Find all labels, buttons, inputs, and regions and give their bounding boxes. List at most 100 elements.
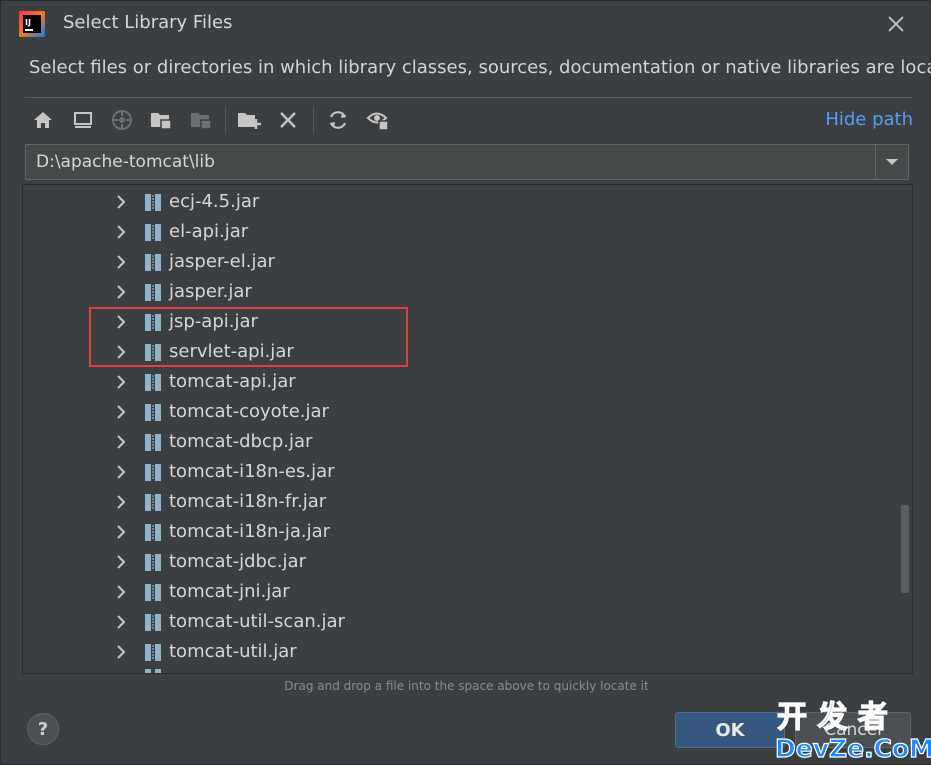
close-icon	[888, 16, 904, 32]
jar-file-icon	[145, 494, 161, 511]
tree-row[interactable]: tomcat-coyote.jar	[23, 397, 901, 427]
chevron-right-icon	[117, 435, 126, 449]
module-disabled-button[interactable]	[187, 106, 215, 134]
toolbar-separator	[313, 106, 314, 134]
project-button[interactable]	[108, 106, 136, 134]
file-name: tomcat-api.jar	[169, 371, 296, 392]
tree-row[interactable]: tomcat-dbcp.jar	[23, 427, 901, 457]
jar-file-icon	[145, 374, 161, 391]
chevron-right-icon	[117, 285, 126, 299]
file-chooser-toolbar: Hide path	[25, 97, 913, 141]
tree-row[interactable]: tomcat-util-scan.jar	[23, 607, 901, 637]
expand-chevron[interactable]	[113, 614, 129, 630]
expand-chevron[interactable]	[113, 404, 129, 420]
desktop-icon	[74, 112, 92, 128]
tree-row[interactable]: el-api.jar	[23, 217, 901, 247]
file-name: jasper.jar	[169, 281, 252, 302]
expand-chevron[interactable]	[113, 464, 129, 480]
dialog-description: Select files or directories in which lib…	[29, 57, 931, 78]
path-dropdown-button[interactable]	[875, 145, 908, 179]
jar-file-icon	[145, 554, 161, 571]
expand-chevron[interactable]	[113, 284, 129, 300]
expand-chevron[interactable]	[113, 494, 129, 510]
path-input[interactable]	[26, 145, 876, 179]
file-name: tomcat-dbcp.jar	[169, 431, 313, 452]
file-name: ecj-4.5.jar	[169, 191, 260, 212]
project-icon	[112, 110, 132, 130]
file-name: tomcat-coyote.jar	[169, 401, 329, 422]
file-name: tomcat-i18n-fr.jar	[169, 491, 327, 512]
chevron-right-icon	[117, 585, 126, 599]
file-name: tomcat-jdbc.jar	[169, 551, 306, 572]
file-tree[interactable]: tomcat-util.jar tomcat-util-scan.jar tomca…	[22, 184, 913, 674]
tree-row[interactable]: tomcat-i18n-ja.jar	[23, 517, 901, 547]
tree-row[interactable]: tomcat-api.jar	[23, 367, 901, 397]
tree-row[interactable]: jasper-el.jar	[23, 247, 901, 277]
module-icon	[151, 113, 172, 130]
file-name: tomcat-i18n-es.jar	[169, 461, 335, 482]
jar-file-icon	[145, 254, 161, 271]
jar-file-icon	[145, 284, 161, 301]
jar-file-icon	[145, 224, 161, 241]
expand-chevron[interactable]	[113, 434, 129, 450]
select-library-files-dialog: IJ Select Library Files Select files or …	[0, 0, 931, 765]
tree-row[interactable]: jasper.jar	[23, 277, 901, 307]
chevron-right-icon	[117, 615, 126, 629]
delete-button[interactable]	[274, 106, 302, 134]
tree-row[interactable]: tomcat-jdbc.jar	[23, 547, 901, 577]
new-folder-icon	[238, 113, 261, 129]
jar-file-icon	[145, 464, 161, 481]
close-button[interactable]	[883, 11, 909, 37]
jar-file-icon	[145, 524, 161, 541]
delete-icon	[280, 112, 296, 128]
module-button[interactable]	[147, 106, 175, 134]
expand-chevron[interactable]	[113, 584, 129, 600]
title-bar: IJ Select Library Files	[1, 1, 930, 45]
expand-chevron[interactable]	[113, 374, 129, 390]
refresh-button[interactable]	[324, 106, 352, 134]
show-hidden-icon	[366, 112, 389, 131]
home-button[interactable]	[29, 106, 57, 134]
tree-row[interactable]: tomcat-i18n-es.jar	[23, 457, 901, 487]
home-icon	[34, 112, 52, 128]
cancel-button[interactable]: Cancel	[795, 712, 911, 748]
expand-chevron[interactable]	[113, 224, 129, 240]
window-title: Select Library Files	[63, 12, 233, 33]
chevron-right-icon	[117, 405, 126, 419]
new-folder-button[interactable]	[235, 106, 263, 134]
tree-row[interactable]: ecj-4.5.jar	[23, 187, 901, 217]
tree-scrollbar[interactable]	[900, 185, 912, 673]
path-combobox	[25, 144, 909, 180]
expand-chevron[interactable]	[113, 644, 129, 660]
tree-row[interactable]: tomcat-jni.jar	[23, 577, 901, 607]
chevron-down-icon	[886, 159, 898, 165]
tree-scrollbar-thumb[interactable]	[901, 505, 909, 593]
refresh-icon	[329, 111, 347, 129]
chevron-right-icon	[117, 645, 126, 659]
chevron-right-icon	[117, 225, 126, 239]
expand-chevron[interactable]	[113, 254, 129, 270]
module-disabled-icon	[191, 113, 212, 130]
expand-chevron[interactable]	[113, 524, 129, 540]
tree-row[interactable]: tomcat-i18n-fr.jar	[23, 487, 901, 517]
jar-file-icon	[145, 434, 161, 451]
jar-file-icon	[145, 614, 161, 631]
expand-chevron[interactable]	[113, 554, 129, 570]
file-name: jasper-el.jar	[169, 251, 275, 272]
toolbar-separator	[225, 106, 226, 134]
chevron-right-icon	[117, 195, 126, 209]
ok-button[interactable]: OK	[675, 712, 785, 748]
jar-file-icon	[145, 669, 161, 673]
chevron-right-icon	[117, 465, 126, 479]
show-hidden-files-button[interactable]	[364, 106, 392, 134]
jar-file-icon	[145, 644, 161, 661]
annotation-highlight-box	[89, 307, 408, 367]
tree-row[interactable]: tomcat-util.jar	[23, 637, 901, 667]
chevron-right-icon	[117, 495, 126, 509]
expand-chevron[interactable]	[113, 194, 129, 210]
desktop-button[interactable]	[69, 106, 97, 134]
chevron-right-icon	[117, 525, 126, 539]
hide-path-link[interactable]: Hide path	[825, 109, 913, 130]
help-button[interactable]: ?	[27, 713, 59, 745]
file-name: tomcat-util.jar	[169, 641, 297, 662]
